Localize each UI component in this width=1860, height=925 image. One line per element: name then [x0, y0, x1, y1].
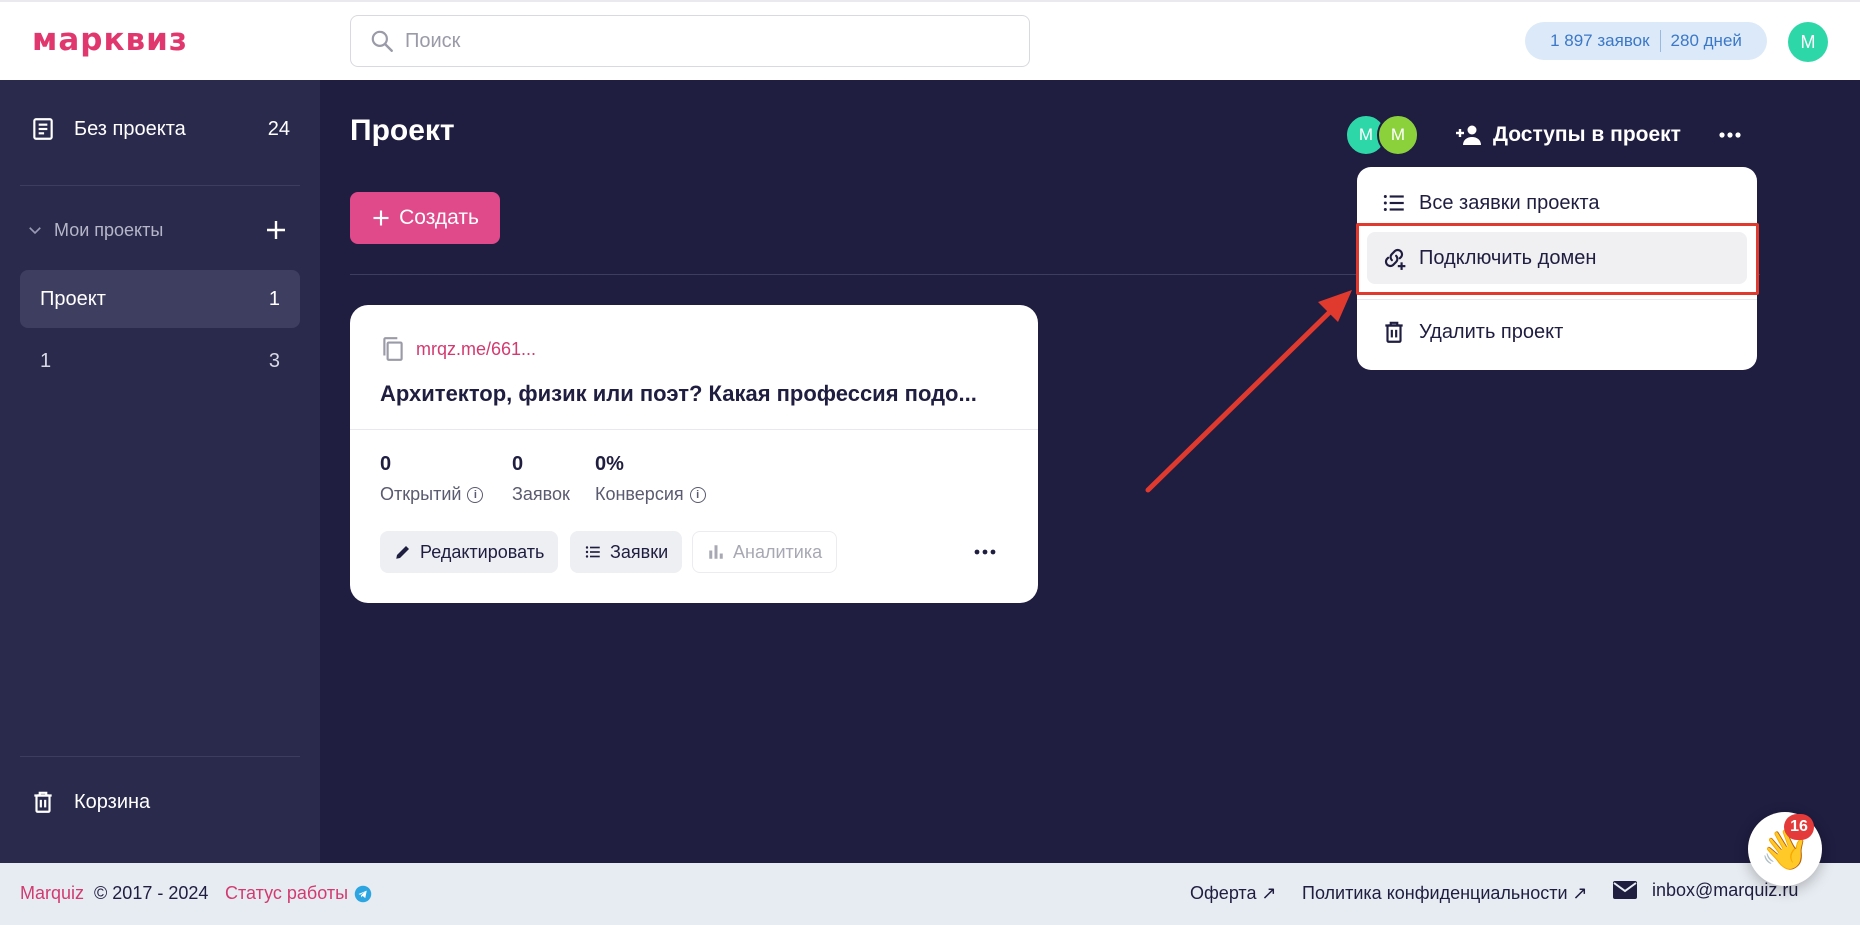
footer-copyright: Marquiz © 2017 - 2024 [20, 883, 208, 904]
footer: Marquiz © 2017 - 2024 Статус работы Офер… [0, 863, 1860, 925]
sidebar-item-label: Корзина [74, 790, 151, 813]
user-avatar[interactable]: M [1788, 22, 1828, 62]
quiz-title[interactable]: Архитектор, физик или поэт? Какая профес… [380, 381, 1000, 407]
list-icon [585, 546, 600, 558]
project-more-button[interactable] [1715, 120, 1745, 150]
sidebar-item-count: 3 [268, 349, 280, 372]
create-button-label: Создать [399, 206, 479, 229]
bar-chart-icon [709, 545, 723, 559]
my-projects-header[interactable]: Мои проекты [20, 212, 300, 248]
analytics-button[interactable]: Аналитика [692, 531, 838, 573]
my-projects-label: Мои проекты [54, 219, 164, 240]
stats-divider [1659, 30, 1661, 52]
days-left: 280 дней [1670, 31, 1742, 50]
sidebar-item-project-1[interactable]: 1 3 [20, 336, 300, 386]
page-title: Проект [350, 114, 455, 147]
sidebar: Без проекта 24 Мои проекты Проект 1 1 3 … [0, 80, 320, 863]
more-horizontal-icon [974, 549, 996, 555]
chat-unread-badge: 16 [1784, 814, 1814, 840]
stat-value: 0 [380, 453, 392, 475]
top-header: марквиз 1 897 заявок 280 дней M [0, 0, 1860, 80]
stat-opens: 0 Открытий i [380, 453, 484, 505]
plus-icon [373, 210, 389, 226]
stat-label: Заявок [512, 484, 570, 504]
stat-conversion: 0% Конверсия i [595, 453, 706, 505]
list-icon [1383, 194, 1404, 212]
create-button[interactable]: Создать [350, 192, 500, 244]
footer-copyright-text: © 2017 - 2024 [94, 883, 209, 903]
sidebar-item-count: 24 [267, 117, 290, 140]
stat-value: 0% [595, 453, 624, 475]
sidebar-item-label: Проект [40, 287, 106, 310]
search-icon [371, 30, 393, 52]
edit-button-label: Редактировать [420, 541, 545, 562]
sidebar-item-trash[interactable]: Корзина [20, 782, 300, 822]
project-members[interactable]: M M [1345, 114, 1425, 156]
offer-label: Оферта ↗ [1190, 883, 1277, 903]
document-icon [33, 118, 53, 140]
sidebar-divider [20, 756, 300, 757]
chevron-down-icon [29, 227, 41, 235]
copy-icon[interactable] [380, 335, 406, 363]
add-project-icon[interactable] [264, 218, 288, 242]
menu-divider [1357, 299, 1757, 300]
stat-label: Конверсия [595, 484, 684, 504]
telegram-icon [354, 885, 372, 902]
search-input[interactable] [405, 29, 1005, 53]
stat-leads: 0 Заявок [512, 453, 570, 505]
footer-brand-link[interactable]: Marquiz [20, 883, 84, 904]
info-icon[interactable]: i [467, 486, 484, 503]
card-divider [350, 429, 1038, 430]
sidebar-item-count: 1 [268, 287, 280, 310]
add-user-icon [1456, 125, 1481, 145]
leads-count: 1 897 заявок [1550, 31, 1650, 50]
menu-item-label: Удалить проект [1419, 320, 1564, 343]
edit-button[interactable]: Редактировать [380, 531, 559, 573]
project-access-label: Доступы в проект [1493, 123, 1681, 146]
member-avatar: M [1377, 114, 1419, 156]
pencil-icon [396, 546, 409, 559]
menu-item-all-leads[interactable]: Все заявки проекта [1367, 177, 1747, 229]
sidebar-divider [20, 185, 300, 186]
account-stats-pill[interactable]: 1 897 заявок 280 дней [1525, 22, 1767, 60]
footer-status-link[interactable]: Статус работы [225, 883, 372, 904]
quiz-link[interactable]: mrqz.me/661... [380, 335, 536, 363]
footer-offer-link[interactable]: Оферта ↗ [1190, 883, 1277, 904]
trash-icon [1385, 321, 1403, 343]
info-icon[interactable]: i [689, 486, 706, 503]
quiz-link-text[interactable]: mrqz.me/661... [416, 339, 536, 360]
stat-label: Открытий [380, 484, 462, 504]
marquiz-logo[interactable]: марквиз [32, 22, 188, 58]
more-horizontal-icon [1719, 132, 1741, 138]
quiz-card: mrqz.me/661... Архитектор, физик или поэ… [350, 305, 1038, 603]
stat-value: 0 [512, 453, 524, 475]
sidebar-item-no-project[interactable]: Без проекта 24 [20, 110, 300, 148]
sidebar-item-label: Без проекта [74, 117, 186, 140]
status-label: Статус работы [225, 883, 349, 903]
menu-item-delete-project[interactable]: Удалить проект [1367, 306, 1747, 358]
card-more-button[interactable] [970, 539, 1000, 565]
leads-button[interactable]: Заявки [570, 531, 683, 573]
privacy-label: Политика конфиденциальности ↗ [1302, 883, 1588, 903]
mail-icon [1613, 881, 1637, 899]
project-access-button[interactable]: Доступы в проект [1455, 118, 1681, 152]
leads-button-label: Заявки [610, 541, 669, 562]
search-box[interactable] [350, 15, 1030, 67]
annotation-highlight-box [1356, 223, 1759, 295]
analytics-button-label: Аналитика [733, 541, 823, 562]
footer-privacy-link[interactable]: Политика конфиденциальности ↗ [1302, 883, 1588, 904]
sidebar-item-label: 1 [40, 349, 52, 372]
menu-item-label: Все заявки проекта [1419, 191, 1600, 214]
sidebar-item-project[interactable]: Проект 1 [20, 270, 300, 328]
trash-icon [34, 791, 52, 813]
